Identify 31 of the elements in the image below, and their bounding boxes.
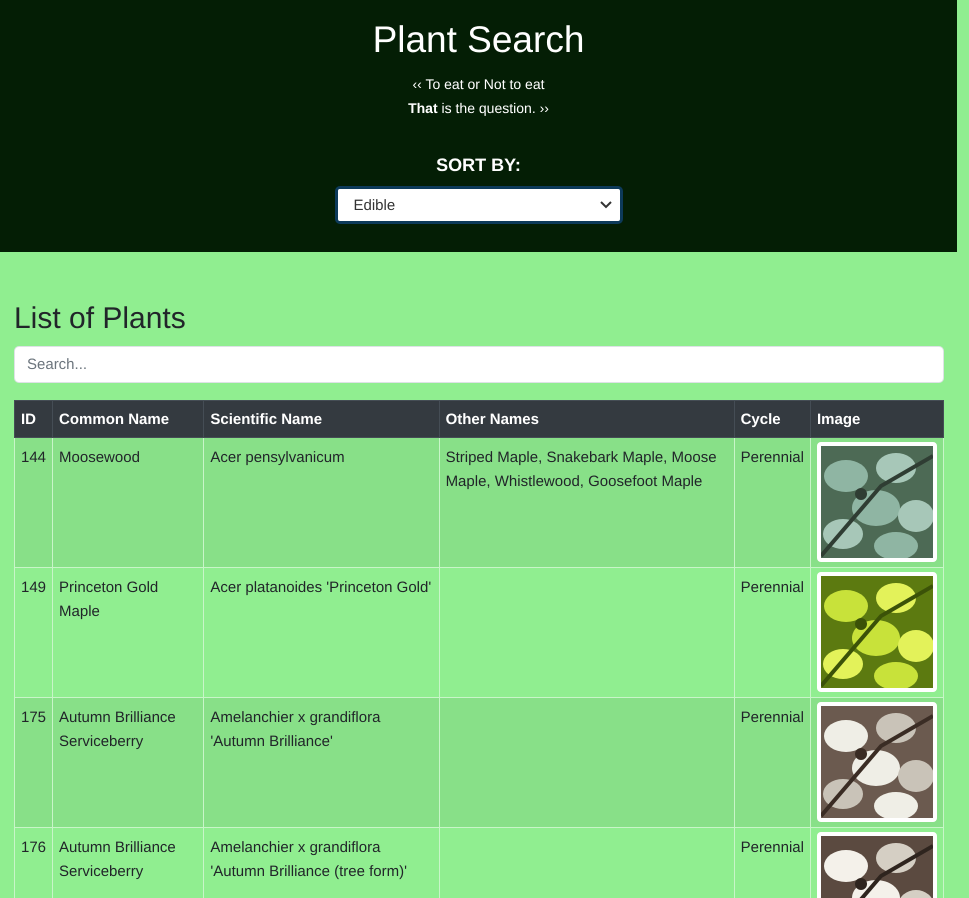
table-cell: 149 xyxy=(14,568,53,698)
table-cell: Princeton Gold Maple xyxy=(52,568,204,698)
table-cell: Moosewood xyxy=(52,438,204,568)
table-cell: Autumn Brilliance Serviceberry xyxy=(52,698,204,828)
table-cell: 175 xyxy=(14,698,53,828)
table-cell: 176 xyxy=(14,828,53,898)
chevron-down-icon xyxy=(600,201,612,209)
table-cell: Amelanchier x grandiflora 'Autumn Brilliance' xyxy=(204,698,440,828)
table-cell: Acer platanoides 'Princeton Gold' xyxy=(204,568,440,698)
sort-select[interactable]: Edible xyxy=(334,186,622,224)
quote-line: ‹‹ To eat or Not to eat xyxy=(412,75,545,94)
table-cell: Amelanchier x grandiflora 'Autumn Brilliance (tree form)' xyxy=(204,828,440,898)
column-header: Common Name xyxy=(52,400,204,438)
table-cell: Perennial xyxy=(734,698,810,828)
quote-line: That is the question. ›› xyxy=(408,99,549,118)
table-cell: Striped Maple, Snakebark Maple, Moose Maple, Whistlewood, Goosefoot Maple xyxy=(439,438,734,568)
table-cell: Autumn Brilliance Serviceberry xyxy=(52,828,204,898)
sort-label: SORT BY: xyxy=(436,155,521,176)
list-heading: List of Plants xyxy=(14,301,187,337)
table-cell: 144 xyxy=(14,438,53,568)
column-header: ID xyxy=(14,400,53,438)
table-cell: Perennial xyxy=(734,568,810,698)
column-header: Image xyxy=(810,400,944,438)
column-header: Other Names xyxy=(439,400,734,438)
table-cell: Perennial xyxy=(734,828,810,898)
page-title: Plant Search xyxy=(372,18,584,62)
table-cell: Acer pensylvanicum xyxy=(204,438,440,568)
column-header: Cycle xyxy=(734,400,810,438)
search-field[interactable]: Search... xyxy=(14,346,944,383)
column-header: Scientific Name xyxy=(204,400,440,438)
table-cell: Perennial xyxy=(734,438,810,568)
